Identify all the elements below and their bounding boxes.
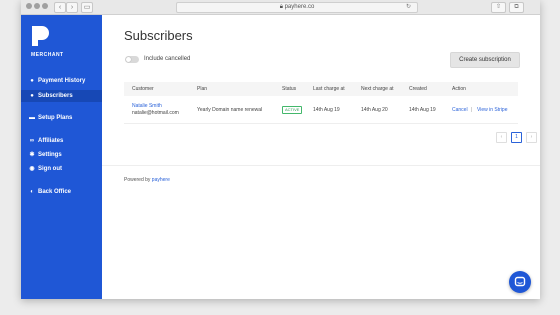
lock-icon: 🔒︎ [279, 4, 283, 10]
dollar-icon: ● [30, 78, 34, 84]
close-window-button[interactable] [26, 3, 32, 9]
sidebar-item-affiliates[interactable]: ∞ Affiliates [21, 135, 102, 147]
back-button[interactable]: ‹ [54, 2, 66, 13]
column-header-customer: Customer [132, 86, 154, 92]
sidebar-item-label: Setup Plans [38, 115, 73, 121]
last-charge-date: 14th Aug 19 [313, 107, 340, 113]
customer-name-link[interactable]: Natalie Smith [132, 103, 162, 109]
sidebar-item-label: Subscribers [38, 93, 73, 99]
status-badge: ACTIVE [282, 106, 303, 114]
address-bar[interactable]: 🔒︎ payhere.co ↻ [176, 2, 418, 13]
sidebar-item-payment-history[interactable]: ● Payment History [21, 75, 102, 87]
gear-icon: ✱ [29, 152, 35, 158]
table-header: Customer Plan Status Last charge at Next… [124, 82, 518, 96]
sidebar-toggle-icon[interactable]: ▭ [81, 2, 93, 13]
sign-out-icon: ◉ [29, 166, 35, 172]
column-header-last-charge: Last charge at [313, 86, 345, 92]
brand-label: MERCHANT [31, 52, 64, 58]
column-header-next-charge: Next charge at [361, 86, 394, 92]
pagination-page-1[interactable]: 1 [511, 132, 522, 143]
address-bar-url: payhere.co [284, 4, 315, 10]
sidebar-item-subscribers[interactable]: ● Subscribers [21, 90, 102, 102]
created-date: 14th Aug 19 [409, 107, 436, 113]
browser-window: ‹ › ▭ 🔒︎ payhere.co ↻ ⇧ ⧉ MERCHANT ● Pay… [21, 0, 540, 299]
sidebar-item-label: Back Office [38, 189, 72, 195]
view-in-stripe-link[interactable]: View in Stripe [477, 107, 507, 113]
sidebar-item-label: Affiliates [38, 138, 64, 144]
sidebar-item-label: Sign out [38, 166, 62, 172]
include-cancelled-label[interactable]: Include cancelled [144, 56, 190, 62]
plans-icon: ▬ [29, 115, 35, 121]
customer-email: natalie@hotmail.com [132, 110, 179, 116]
page-title: Subscribers [124, 28, 193, 43]
sidebar-item-label: Payment History [38, 78, 86, 84]
toggle-knob [126, 57, 131, 62]
column-header-plan: Plan [197, 86, 208, 92]
footer: Powered by payhere [124, 177, 170, 183]
table-row: Natalie Smith natalie@hotmail.com Yearly… [124, 97, 518, 124]
payhere-logo-icon[interactable] [32, 26, 50, 46]
chat-icon [514, 276, 526, 287]
plan-name: Yearly Domain name renewal [197, 107, 263, 113]
sidebar-item-setup-plans[interactable]: ▬ Setup Plans [21, 112, 102, 124]
next-charge-date: 14th Aug 20 [361, 107, 388, 113]
pagination-prev-button[interactable]: ‹ [496, 132, 507, 143]
sidebar-item-back-office[interactable]: ◐ Back Office [21, 186, 102, 198]
column-header-action: Action [452, 86, 466, 92]
footer-divider [102, 165, 540, 166]
sidebar-item-settings[interactable]: ✱ Settings [21, 149, 102, 161]
payhere-link[interactable]: payhere [152, 177, 170, 183]
column-header-created: Created [409, 86, 427, 92]
link-icon: ∞ [29, 138, 35, 144]
column-header-status: Status [282, 86, 297, 92]
cancel-link[interactable]: Cancel [452, 107, 468, 113]
forward-button[interactable]: › [66, 2, 78, 13]
create-subscription-button[interactable]: Create subscription [450, 52, 520, 68]
chat-button[interactable] [509, 271, 531, 293]
include-cancelled-toggle[interactable] [125, 56, 139, 63]
sidebar: MERCHANT ● Payment History ● Subscribers… [21, 15, 102, 299]
tabs-icon[interactable]: ⧉ [509, 2, 524, 13]
reload-icon[interactable]: ↻ [406, 3, 411, 12]
minimize-window-button[interactable] [34, 3, 40, 9]
back-office-icon: ◐ [30, 189, 34, 195]
browser-toolbar: ‹ › ▭ 🔒︎ payhere.co ↻ ⇧ ⧉ [21, 0, 540, 15]
share-icon[interactable]: ⇧ [491, 2, 506, 13]
user-icon: ● [30, 93, 34, 99]
pagination-next-button[interactable]: › [526, 132, 537, 143]
sidebar-item-label: Settings [38, 152, 62, 158]
action-separator: | [471, 107, 473, 113]
zoom-window-button[interactable] [42, 3, 48, 9]
sidebar-item-sign-out[interactable]: ◉ Sign out [21, 163, 102, 175]
main-content: Subscribers Include cancelled Create sub… [102, 15, 540, 299]
footer-text: Powered by [124, 177, 151, 183]
